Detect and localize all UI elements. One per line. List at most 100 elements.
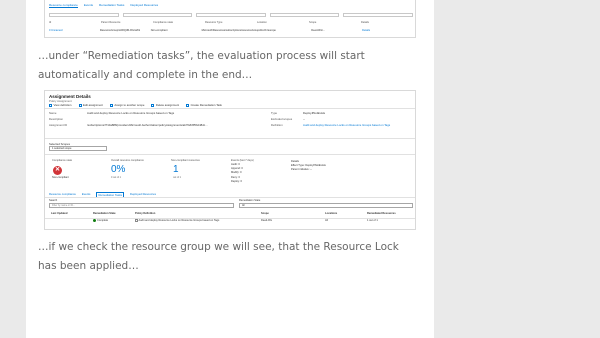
resource-group-paragraph: …if we check the resource group we will … [38,241,399,272]
trash-icon [151,103,155,107]
field-label: Definition [271,123,283,127]
filter-input[interactable] [122,13,193,17]
overall-compliance-value: 0% [111,164,126,175]
table-header: Id Parent Resource Compliance state Reso… [49,21,413,24]
policy-compliance-screenshot: Resource compliance Events Remediation T… [44,0,416,38]
column-header[interactable]: Remediation State [93,212,116,215]
assign-scope-button[interactable]: Assign to another scope [109,103,145,107]
event-count: Modify: 0 [231,171,242,175]
toolbar-label: Create Remediation Task [190,103,222,107]
column-header[interactable]: Scope [309,21,361,24]
filter-input[interactable] [269,13,340,17]
column-header[interactable]: Location [257,21,309,24]
field-definition: Definition Audit and deploy Resource Loc… [271,123,390,127]
column-header[interactable]: Details [361,21,413,24]
details-line: Parent initiative: -- [291,168,312,172]
event-count: Deploy: 0 [231,179,242,183]
field-assignment-id: Assignment ID /subscriptions/7f10a888/pr… [49,123,208,127]
table-cell: All [325,219,328,222]
table-cell[interactable]: Details [362,29,413,32]
field-type: Type DeployIfNotExists [271,111,325,115]
column-header[interactable]: Parent Resource [101,21,153,24]
noncompliant-label: Non-compliant resources [171,159,200,162]
remediation-state-dropdown[interactable]: All [239,203,413,208]
table-cell: Non-compliant [150,29,168,32]
column-header[interactable]: Resource Type [205,21,257,24]
compliance-state-value: Non-compliant [52,176,69,179]
toolbar-label: Delete assignment [155,103,180,107]
error-icon: ✕ [53,166,62,175]
search-input[interactable]: Filter by name or ID... [49,203,234,208]
view-definition-button[interactable]: View definition [49,103,72,107]
events-label: Events (last 7 days) [231,159,254,162]
field-description: Description [49,117,87,121]
toolbar-label: View definition [53,103,72,107]
column-header[interactable]: Last Updated [51,212,67,215]
column-header[interactable]: Remediated Resources [367,212,396,215]
divider [45,197,415,198]
toolbar: View definition Edit assignment Assign t… [49,103,222,107]
check-circle-icon [93,219,96,222]
delete-assignment-button[interactable]: Delete assignment [151,103,179,107]
filter-input[interactable] [196,13,266,17]
table-cell: Complete [93,219,108,222]
column-header[interactable]: Id [49,21,101,24]
assignment-details-screenshot: Assignment Details Policy Assignment Vie… [44,90,416,230]
noncompliant-value: 1 [173,164,179,175]
divider [45,108,415,109]
field-label: Type [271,111,278,115]
column-header[interactable]: Policy Definition [135,212,155,215]
overall-compliance-label: Overall resource compliance [111,159,144,162]
toolbar-label: Assign to another scope [114,103,145,107]
divider [45,138,415,139]
field-label: Assignment ID [49,123,68,127]
tab-remediation-tasks[interactable]: Remediation Tasks [99,3,124,8]
table-cell: North Europe [260,29,276,32]
remediation-state: Complete [97,219,109,222]
search-label: Search [49,199,58,202]
events-list: Audit: 0 Append: 0 Modify: 0 Deny: 0 Dep… [231,163,243,184]
noncompliant-sub: out of 1 [173,176,181,179]
remediation-state-label: Remediation State [239,199,261,202]
overall-compliance-sub: 0 out of 1 [111,176,121,179]
remediation-paragraph: …under “Remediation tasks”, the evaluati… [38,50,365,81]
table-cell: Deed-RG [261,219,272,222]
table-cell: Microsoft/Resources/subscriptions/resour… [201,29,261,32]
table-cell: 1 out of 1 [367,219,378,222]
field-name: Name Audit and deploy Resource Locks on … [49,111,174,115]
filter-input[interactable] [49,13,119,17]
policy-definition: Audit and deploy Resource Locks on Resou… [138,219,220,222]
field-value: Audit and deploy Resource Locks on Resou… [87,111,175,115]
table-cell: ResourceGroup/HJRQ3R-RG/HAS [99,29,141,32]
assign-icon [109,103,113,107]
table-cell: Audit and deploy Resource Locks on Resou… [135,219,219,222]
edit-icon [78,103,82,107]
divider [45,154,415,155]
document-icon [49,103,52,107]
tab-events[interactable]: Events [84,3,93,8]
tab-deployed-resources[interactable]: Deployed Resources [130,3,158,8]
filter-input[interactable] [343,13,413,17]
table-row[interactable]: Complete Audit and deploy Resource Locks… [49,219,413,224]
field-label: Excluded scopes [271,117,293,121]
field-value: /subscriptions/7f10a888/providers/Micros… [87,123,208,127]
field-value: -- [303,117,305,121]
scope-dropdown[interactable]: 1 selected scope [49,146,107,151]
compliance-tabs: Resource compliance Events Remediation T… [49,3,158,8]
column-header[interactable]: Scope [261,212,269,215]
field-value: DeployIfNotExists [303,111,326,115]
create-remediation-button[interactable]: Create Remediation Task [186,103,222,107]
table-cell[interactable]: 0 Unnamed [49,29,100,32]
definition-link[interactable]: Audit and deploy Resource Locks on Resou… [303,123,390,127]
edit-assignment-button[interactable]: Edit assignment [78,103,103,107]
column-header[interactable]: Locations [325,212,337,215]
column-header[interactable]: Compliance state [153,21,205,24]
field-excluded-scopes: Excluded scopes -- [271,117,305,121]
table-cell: Deed-RG/... [311,29,326,32]
field-label: Description [49,117,63,121]
table-row[interactable]: 0 Unnamed ResourceGroup/HJRQ3R-RG/HAS No… [49,29,413,32]
checkbox-icon[interactable] [135,219,138,222]
toolbar-label: Edit assignment [83,103,103,107]
tab-resource-compliance[interactable]: Resource compliance [49,3,78,8]
remediate-icon [186,103,190,107]
